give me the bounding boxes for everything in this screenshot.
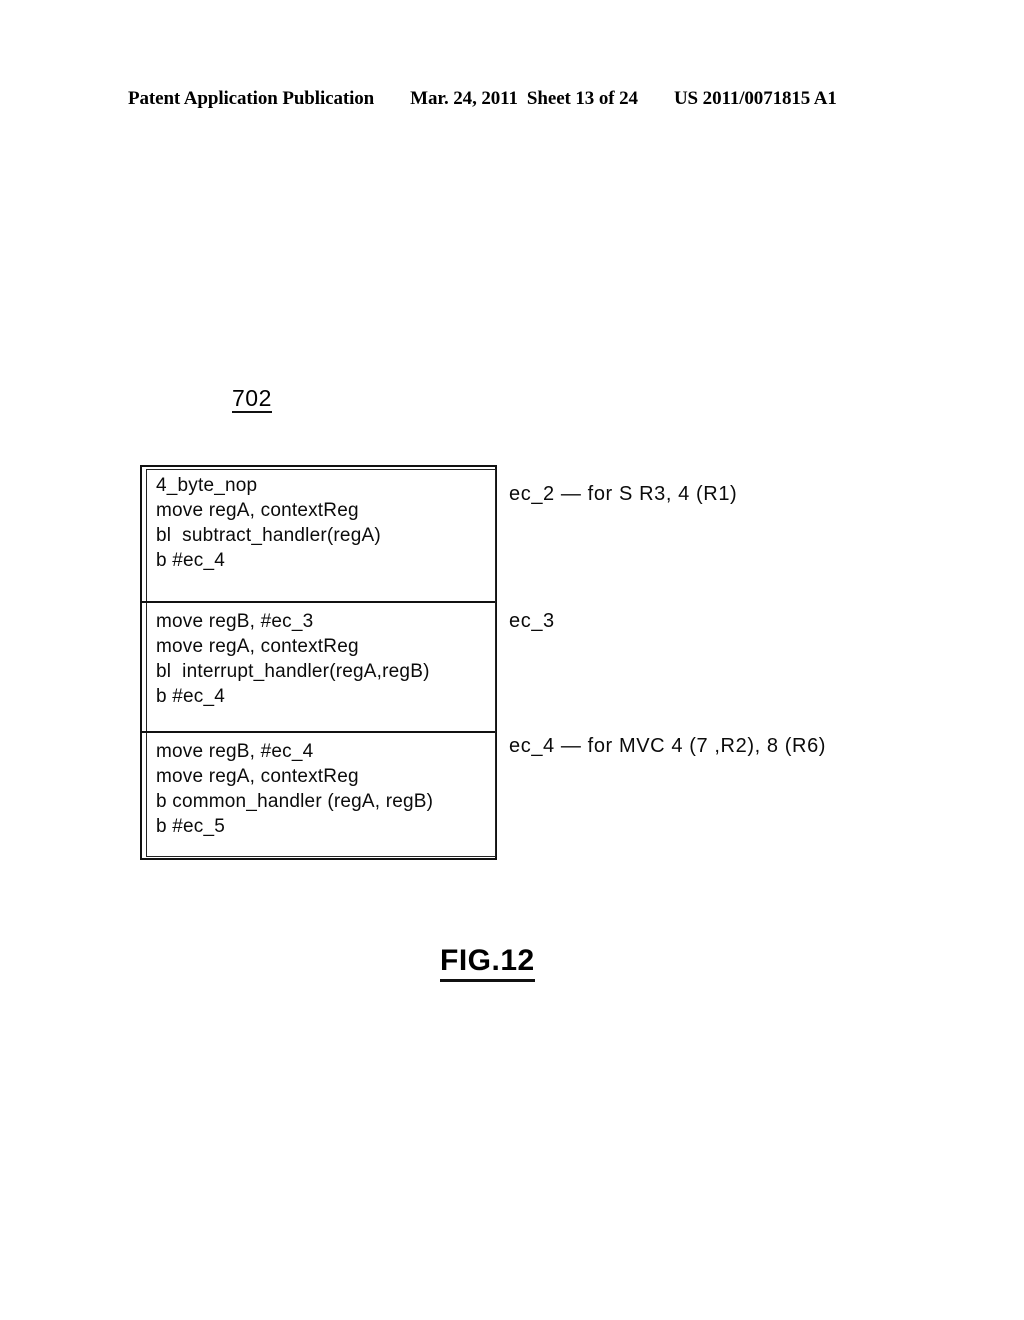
code-block-ec3: move regB, #ec_3 move regA, contextReg b…: [142, 601, 495, 731]
annotation-ec3: ec_3: [509, 610, 555, 632]
code-line: move regA, contextReg: [156, 636, 359, 657]
figure-12: 702 4_byte_nop move regA, contextReg bl …: [0, 0, 1024, 1320]
code-line: bl subtract_handler(regA): [156, 525, 381, 546]
code-line: move regA, contextReg: [156, 500, 359, 521]
code-line: 4_byte_nop: [156, 475, 258, 496]
annotation-ec2: ec_2 — for S R3, 4 (R1): [509, 483, 738, 505]
code-line: move regB, #ec_4: [156, 741, 314, 762]
code-line: bl interrupt_handler(regA,regB): [156, 661, 430, 682]
code-line: b #ec_4: [156, 550, 226, 571]
exception-handler-table: 4_byte_nop move regA, contextReg bl subt…: [140, 465, 497, 860]
figure-caption: FIG.12: [440, 945, 535, 982]
annotation-ec4: ec_4 — for MVC 4 (7 ,R2), 8 (R6): [509, 735, 827, 757]
code-line: b common_handler (regA, regB): [156, 791, 434, 812]
code-block-ec2: 4_byte_nop move regA, contextReg bl subt…: [142, 467, 495, 601]
code-line: b #ec_5: [156, 816, 226, 837]
code-line: move regB, #ec_3: [156, 611, 314, 632]
code-block-ec4: move regB, #ec_4 move regA, contextReg b…: [142, 731, 495, 862]
code-line: move regA, contextReg: [156, 766, 359, 787]
code-line: b #ec_4: [156, 686, 226, 707]
reference-numeral-702: 702: [232, 386, 272, 414]
